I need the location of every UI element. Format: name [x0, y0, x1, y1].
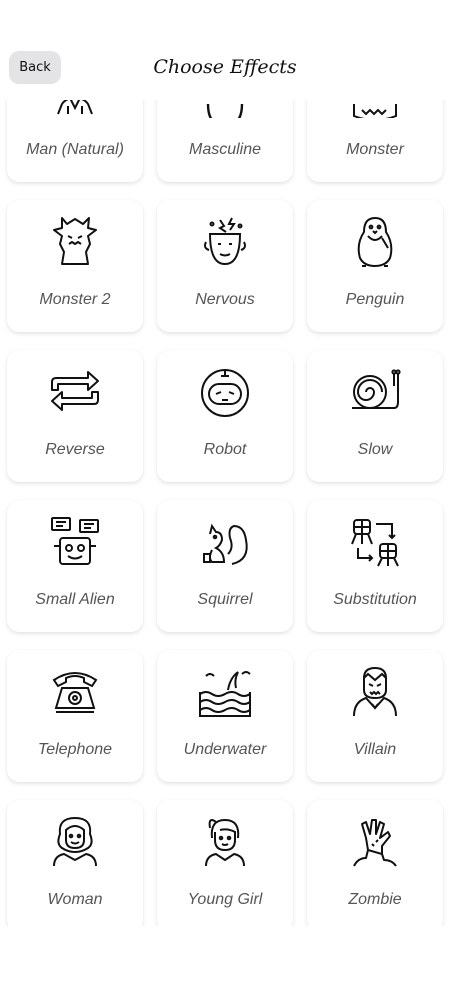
- effect-label: Monster 2: [39, 291, 111, 308]
- substitution-icon: [348, 514, 402, 568]
- squirrel-icon: [198, 514, 252, 568]
- effect-card-robot[interactable]: Robot: [157, 350, 293, 482]
- effect-label: Woman: [47, 891, 103, 908]
- villain-icon: [348, 664, 402, 718]
- penguin-icon: [348, 214, 402, 268]
- effect-label: Penguin: [345, 291, 405, 308]
- woman-icon: [48, 814, 102, 868]
- young-girl-icon: [198, 814, 252, 868]
- effect-card-substitution[interactable]: Substitution: [307, 500, 443, 632]
- zombie-hand-icon: [348, 814, 402, 868]
- effect-card-nervous[interactable]: Nervous: [157, 200, 293, 332]
- tree-monster-icon: [48, 214, 102, 268]
- effect-label: Reverse: [45, 441, 105, 458]
- effect-card-zombie[interactable]: Zombie: [307, 800, 443, 926]
- robot-icon: [198, 364, 252, 418]
- effect-card-reverse[interactable]: Reverse: [7, 350, 143, 482]
- effect-label: Robot: [203, 441, 247, 458]
- effect-label: Nervous: [195, 291, 255, 308]
- effect-card-underwater[interactable]: Underwater: [157, 650, 293, 782]
- effect-card-monster-2[interactable]: Monster 2: [7, 200, 143, 332]
- underwater-icon: [198, 664, 252, 718]
- effect-card-villain[interactable]: Villain: [307, 650, 443, 782]
- reverse-arrows-icon: [48, 364, 102, 418]
- telephone-icon: [48, 664, 102, 718]
- effect-card-slow[interactable]: Slow: [307, 350, 443, 482]
- effect-card-telephone[interactable]: Telephone: [7, 650, 143, 782]
- effect-card-small-alien[interactable]: Small Alien: [7, 500, 143, 632]
- effect-label: Villain: [353, 741, 397, 758]
- effect-card-young-girl[interactable]: Young Girl: [157, 800, 293, 926]
- effect-label: Young Girl: [187, 891, 263, 908]
- effect-label: Substitution: [333, 591, 417, 608]
- effect-label: Underwater: [183, 741, 267, 758]
- effect-label: Slow: [357, 441, 393, 458]
- effect-label: Man (Natural): [26, 141, 124, 158]
- header: Back Choose Effects: [0, 0, 450, 100]
- effect-label: Squirrel: [197, 591, 253, 608]
- effect-card-penguin[interactable]: Penguin: [307, 200, 443, 332]
- effect-label: Small Alien: [35, 591, 115, 608]
- effect-card-squirrel[interactable]: Squirrel: [157, 500, 293, 632]
- effect-card-woman[interactable]: Woman: [7, 800, 143, 926]
- effect-label: Telephone: [37, 741, 113, 758]
- effects-grid: Man (Natural) Masculine Monster Monster: [0, 0, 450, 926]
- snail-icon: [348, 364, 402, 418]
- small-alien-icon: [48, 514, 102, 568]
- effect-label: Monster: [346, 141, 404, 158]
- page-title: Choose Effects: [153, 56, 297, 78]
- effect-label: Zombie: [348, 891, 402, 908]
- effect-label: Masculine: [188, 141, 262, 158]
- nervous-head-icon: [198, 214, 252, 268]
